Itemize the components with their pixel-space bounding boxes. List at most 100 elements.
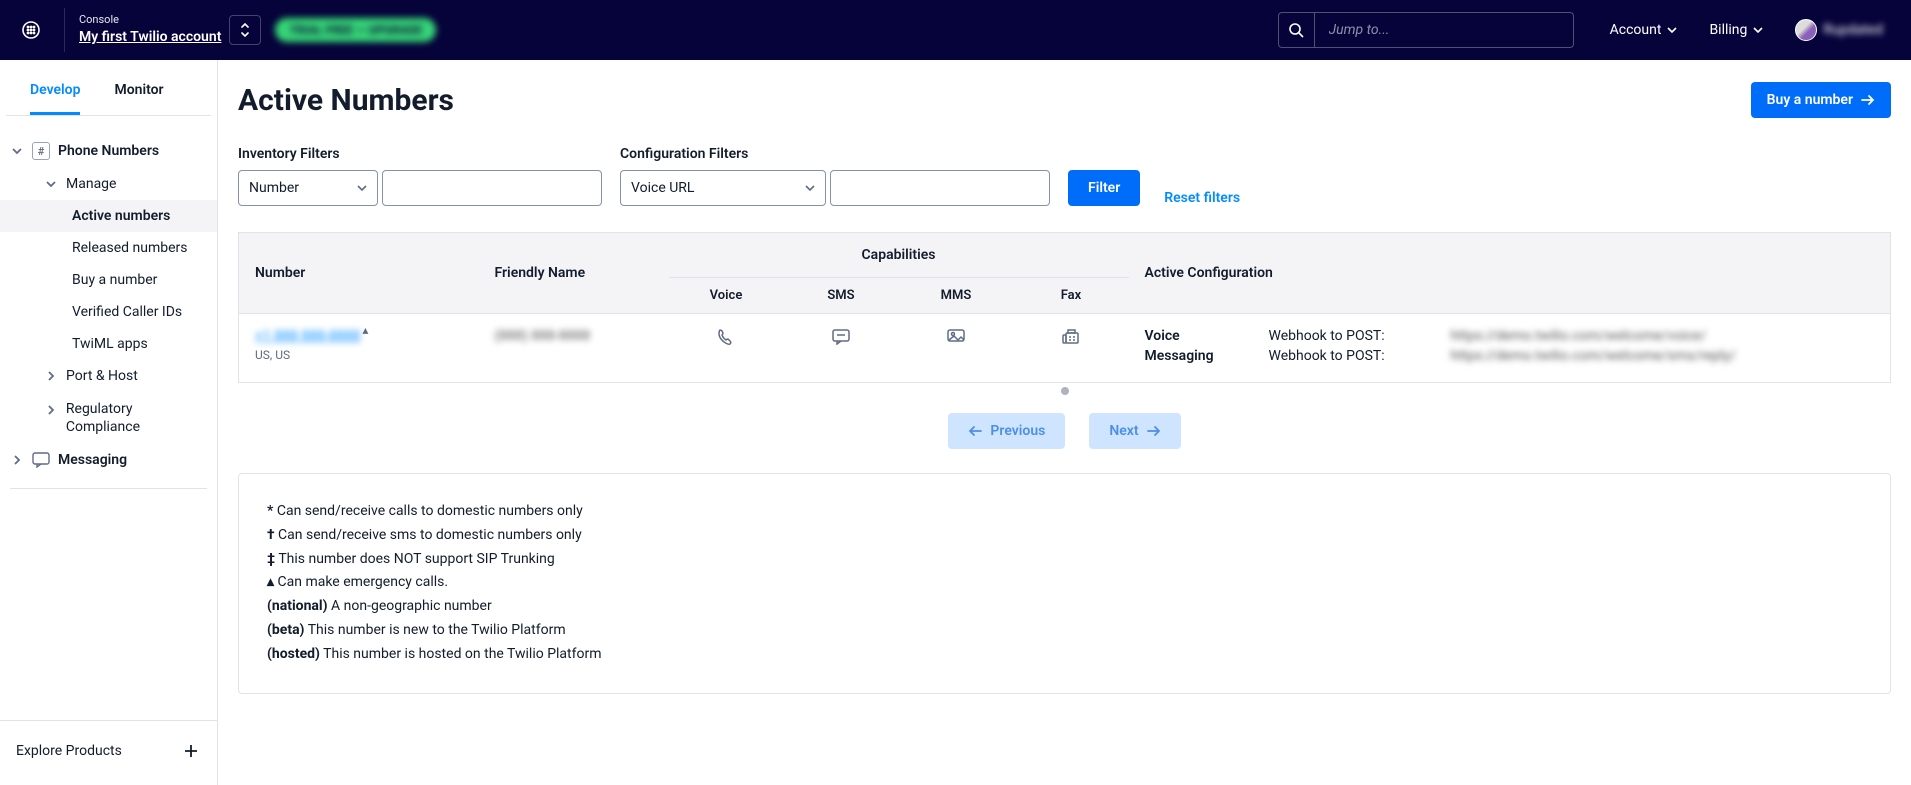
hash-icon: # <box>32 142 50 160</box>
account-menu[interactable]: Account <box>1610 22 1678 38</box>
buy-number-button[interactable]: Buy a number <box>1751 82 1891 118</box>
messaging-icon <box>32 452 50 468</box>
sort-icon <box>239 23 251 37</box>
user-menu[interactable]: Rupdated <box>1795 19 1883 41</box>
avatar <box>1795 19 1817 41</box>
search-icon <box>1288 22 1304 38</box>
divider <box>10 488 207 489</box>
cap-voice-header: Voice <box>669 277 784 313</box>
legend-symbol: (beta) <box>267 622 304 638</box>
sidebar-item-active-numbers[interactable]: Active numbers <box>0 200 217 232</box>
sidebar-item-label: Active numbers <box>72 208 170 224</box>
sidebar-item-port-host[interactable]: Port & Host <box>0 360 217 392</box>
inventory-filter-input[interactable] <box>382 170 602 206</box>
sidebar-item-label: Released numbers <box>72 240 188 256</box>
explore-products-link[interactable]: Explore Products <box>16 743 122 759</box>
previous-button[interactable]: Previous <box>948 413 1065 449</box>
button-label: Previous <box>990 423 1045 439</box>
configuration-filters-label: Configuration Filters <box>620 146 1050 162</box>
legend-text: This number is new to the Twilio Platfor… <box>308 622 566 638</box>
page-title: Active Numbers <box>238 83 454 118</box>
chevron-right-icon <box>10 454 24 466</box>
col-active-configuration: Active Configuration <box>1129 233 1891 314</box>
account-switcher-button[interactable] <box>229 15 261 45</box>
legend-text: This number does NOT support SIP Trunkin… <box>278 551 554 567</box>
reset-filters-link[interactable]: Reset filters <box>1158 190 1246 206</box>
legend-symbol: * <box>267 503 273 519</box>
apps-grid-button[interactable] <box>12 11 50 49</box>
console-label: Console <box>79 13 221 28</box>
legend: * Can send/receive calls to domestic num… <box>238 473 1891 694</box>
cfg-messaging-webhook: Webhook to POST: <box>1269 348 1413 364</box>
sidebar-item-regulatory[interactable]: Regulatory Compliance <box>0 392 217 444</box>
cap-fax-header: Fax <box>1014 277 1129 313</box>
legend-text: Can send/receive sms to domestic numbers… <box>278 527 582 543</box>
trial-badge[interactable]: TRIAL FREE — UPGRADE <box>275 18 436 42</box>
search-button[interactable] <box>1278 12 1314 48</box>
filter-button[interactable]: Filter <box>1068 170 1140 206</box>
add-product-button[interactable] <box>181 741 201 761</box>
plus-icon <box>184 744 198 758</box>
inventory-filter-select[interactable]: Number <box>238 170 378 206</box>
chevron-down-icon <box>805 184 815 192</box>
account-menu-label: Account <box>1610 22 1662 38</box>
sidebar-item-label: Regulatory Compliance <box>66 400 209 436</box>
search-input[interactable] <box>1314 12 1574 48</box>
configuration-filter-select[interactable]: Voice URL <box>620 170 826 206</box>
voice-capability-icon <box>669 328 784 346</box>
table-row: +1 888 888-8888▴ US, US (888) 888-8888 <box>239 314 1891 383</box>
emergency-icon: ▴ <box>362 323 368 337</box>
col-capabilities: Capabilities Voice SMS MMS Fax <box>669 233 1129 314</box>
legend-symbol: (national) <box>267 598 328 614</box>
chevron-down-icon <box>1667 26 1677 34</box>
sidebar-item-verified-caller-ids[interactable]: Verified Caller IDs <box>0 296 217 328</box>
sidebar-item-label: Verified Caller IDs <box>72 304 182 320</box>
arrow-left-icon <box>968 425 982 437</box>
legend-symbol: † <box>267 527 275 543</box>
account-link[interactable]: My first Twilio account <box>79 28 221 47</box>
chevron-right-icon <box>44 404 58 416</box>
sms-capability-icon <box>784 328 899 346</box>
chevron-down-icon <box>1753 26 1763 34</box>
cfg-voice-label: Voice <box>1145 328 1231 344</box>
select-value: Voice URL <box>631 180 694 196</box>
sidebar-item-label: Messaging <box>58 452 127 468</box>
username: Rupdated <box>1823 22 1883 38</box>
cap-mms-header: MMS <box>899 277 1014 313</box>
phone-number-location: US, US <box>255 348 463 362</box>
mms-capability-icon <box>899 328 1014 346</box>
cfg-voice-url: https://demo.twilio.com/welcome/voice/ <box>1451 328 1707 344</box>
billing-menu[interactable]: Billing <box>1709 22 1763 38</box>
sidebar-item-messaging[interactable]: Messaging <box>0 444 217 476</box>
select-value: Number <box>249 180 299 196</box>
button-label: Buy a number <box>1767 92 1853 108</box>
sidebar-item-label: Port & Host <box>66 368 138 384</box>
arrow-right-icon <box>1861 94 1875 106</box>
chevron-right-icon <box>44 370 58 382</box>
tab-monitor[interactable]: Monitor <box>114 82 163 115</box>
next-button[interactable]: Next <box>1089 413 1180 449</box>
legend-text: Can send/receive calls to domestic numbe… <box>277 503 583 519</box>
inventory-filters-label: Inventory Filters <box>238 146 602 162</box>
legend-symbol: (hosted) <box>267 646 320 662</box>
legend-text: This number is hosted on the Twilio Plat… <box>323 646 601 662</box>
sidebar-item-label: TwiML apps <box>72 336 148 352</box>
sidebar-item-twiml-apps[interactable]: TwiML apps <box>0 328 217 360</box>
sidebar-item-buy-number[interactable]: Buy a number <box>0 264 217 296</box>
tab-develop[interactable]: Develop <box>30 82 80 115</box>
configuration-filter-input[interactable] <box>830 170 1050 206</box>
sidebar-item-manage[interactable]: Manage <box>0 168 217 200</box>
col-capabilities-label: Capabilities <box>669 233 1129 277</box>
sidebar-item-phone-numbers[interactable]: # Phone Numbers <box>0 134 217 168</box>
cap-sms-header: SMS <box>784 277 899 313</box>
fax-capability-icon <box>1014 328 1129 346</box>
sidebar: Develop Monitor # Phone Numbers Manage A… <box>0 60 218 785</box>
top-navbar: Console My first Twilio account TRIAL FR… <box>0 0 1911 60</box>
sidebar-item-released-numbers[interactable]: Released numbers <box>0 232 217 264</box>
legend-text: A non-geographic number <box>331 598 492 614</box>
cfg-messaging-url: https://demo.twilio.com/welcome/sms/repl… <box>1451 348 1736 364</box>
legend-text: Can make emergency calls. <box>278 574 449 590</box>
phone-number-link[interactable]: +1 888 888-8888 <box>255 328 360 344</box>
legend-symbol: ‡ <box>267 551 275 567</box>
sidebar-item-label: Buy a number <box>72 272 157 288</box>
